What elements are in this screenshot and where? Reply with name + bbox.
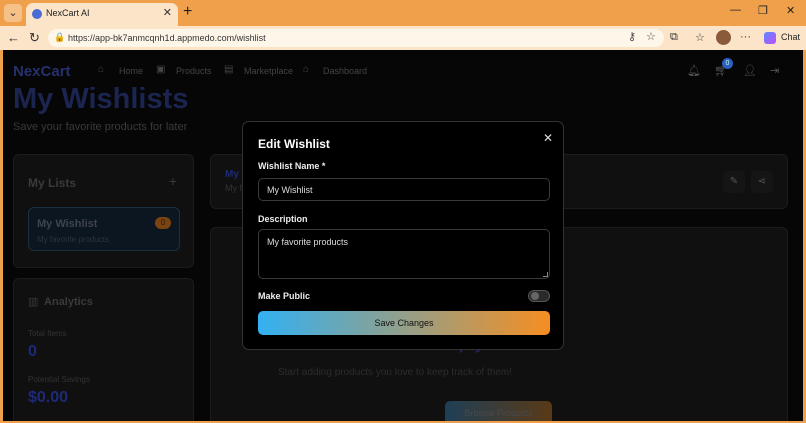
page-title: My Wishlists: [13, 83, 189, 115]
plus-icon[interactable]: +: [183, 3, 192, 21]
favorites-icon[interactable]: ☆: [695, 31, 705, 44]
wishlist-name-label: Wishlist Name *: [258, 161, 326, 171]
key-icon[interactable]: ⚷: [628, 30, 636, 43]
restore-icon[interactable]: ❐: [758, 4, 768, 17]
resize-handle-icon[interactable]: [543, 272, 548, 277]
dashboard-icon[interactable]: ⌂: [303, 64, 309, 75]
page-viewport: NexCart ⌂ Home ▣ Products ▤ Marketplace …: [3, 50, 803, 421]
tab-dropdown-icon[interactable]: ⌄: [4, 4, 22, 22]
add-list-button[interactable]: +: [169, 173, 177, 189]
analytics-card: ▥ Analytics Total Items 0 Potential Savi…: [13, 278, 194, 421]
star-icon[interactable]: ☆: [646, 30, 656, 43]
address-toolbar: ← ↻ 🔒 https://app-bk7anmcqnh1d.appmedo.c…: [0, 26, 806, 50]
window-close-icon[interactable]: ✕: [786, 4, 795, 17]
bar-chart-icon: ▥: [28, 296, 39, 308]
analytics-title: Analytics: [44, 296, 93, 308]
logo[interactable]: NexCart: [13, 63, 71, 80]
minimize-icon[interactable]: —: [730, 4, 741, 16]
browser-tab[interactable]: NexCart AI ✕: [26, 3, 178, 26]
user-icon[interactable]: 👤︎: [743, 64, 757, 77]
wishlist-name-input[interactable]: [258, 178, 550, 201]
box-icon[interactable]: ▣: [156, 64, 165, 75]
nav-home[interactable]: Home: [119, 66, 143, 76]
lists-title: My Lists: [28, 176, 77, 190]
avatar[interactable]: [716, 30, 731, 45]
list-item-name: My Wishlist: [37, 218, 98, 230]
toggle-knob: [531, 292, 539, 300]
url-text: https://app-bk7anmcqnh1d.appmedo.com/wis…: [68, 33, 266, 43]
store-icon[interactable]: ▤: [224, 64, 233, 75]
make-public-toggle[interactable]: [528, 290, 550, 302]
more-icon[interactable]: ···: [740, 31, 751, 43]
description-label: Description: [258, 214, 308, 224]
total-items-value: 0: [28, 343, 37, 360]
empty-state-subtitle: Start adding products you love to keep t…: [277, 367, 513, 378]
description-textarea[interactable]: My favorite products: [258, 229, 550, 279]
extensions-icon[interactable]: ⧉: [670, 31, 678, 44]
list-item-description: My favorite products: [37, 235, 110, 244]
home-icon[interactable]: ⌂: [98, 64, 104, 75]
url-bar[interactable]: 🔒 https://app-bk7anmcqnh1d.appmedo.com/w…: [48, 29, 664, 47]
save-changes-button[interactable]: Save Changes: [258, 311, 550, 335]
edit-icon[interactable]: ✎: [723, 171, 745, 193]
list-item[interactable]: My Wishlist My favorite products 0: [28, 207, 180, 251]
browse-products-button[interactable]: Browse Products: [445, 401, 552, 421]
tab-title: NexCart AI: [46, 8, 90, 18]
make-public-label: Make Public: [258, 291, 311, 301]
back-icon[interactable]: ←: [7, 30, 20, 45]
close-icon[interactable]: ✕: [543, 131, 553, 145]
copilot-icon[interactable]: [764, 32, 776, 44]
nav-dashboard[interactable]: Dashboard: [323, 66, 367, 76]
nav-products[interactable]: Products: [176, 66, 212, 76]
logout-icon[interactable]: ⇥: [770, 64, 779, 77]
cart-count-badge: 0: [722, 58, 733, 69]
refresh-icon[interactable]: ↻: [29, 30, 40, 46]
site-info-icon[interactable]: 🔒: [54, 32, 65, 43]
nav-marketplace[interactable]: Marketplace: [244, 66, 293, 76]
list-item-count-badge: 0: [155, 217, 171, 229]
page-subtitle: Save your favorite products for later: [13, 121, 188, 133]
savings-value: $0.00: [28, 389, 69, 406]
savings-label: Potential Savings: [28, 375, 90, 384]
bell-icon[interactable]: 🔔︎: [687, 64, 701, 77]
share-icon[interactable]: ⋖: [751, 171, 773, 193]
tab-favicon: [32, 9, 42, 19]
wishlist-header-title: My: [225, 169, 239, 180]
browser-tab-bar: ⌄ NexCart AI ✕ + — ❐ ✕: [0, 0, 806, 26]
modal-title: Edit Wishlist: [258, 137, 330, 151]
close-icon[interactable]: ✕: [163, 6, 172, 19]
total-items-label: Total Items: [28, 329, 67, 338]
my-lists-card: My Lists + My Wishlist My favorite produ…: [13, 154, 194, 268]
edit-wishlist-modal: Edit Wishlist ✕ Wishlist Name * Descript…: [242, 121, 564, 350]
wishlist-header-sub: My f: [225, 183, 242, 193]
chat-label[interactable]: Chat: [781, 32, 800, 42]
